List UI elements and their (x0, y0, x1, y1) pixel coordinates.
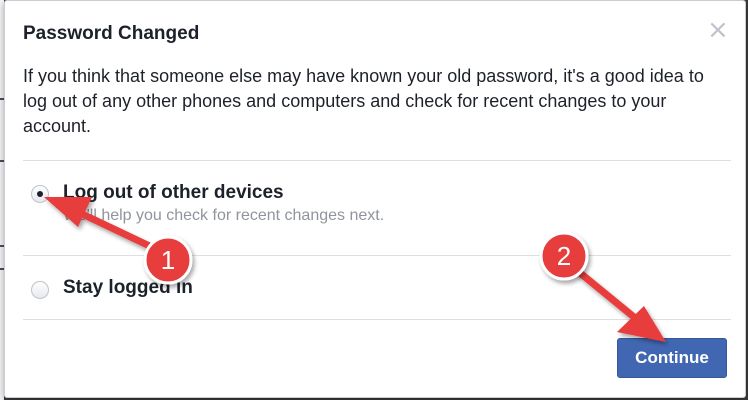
option-hint: We'll help you check for recent changes … (63, 207, 385, 224)
close-icon[interactable]: × (707, 17, 729, 43)
option-label: Log out of other devices (63, 182, 284, 203)
divider (23, 255, 731, 256)
option-log-out-other-devices[interactable]: Log out of other devices We'll help you … (23, 173, 723, 233)
continue-button[interactable]: Continue (617, 338, 727, 378)
dialog-title: Password Changed (23, 23, 200, 44)
option-stay-logged-in[interactable]: Stay logged in (23, 267, 723, 327)
dialog-message: If you think that someone else may have … (23, 66, 704, 136)
radio-stay-logged-in[interactable] (31, 281, 49, 299)
option-label: Stay logged in (63, 277, 193, 298)
password-changed-dialog: × Password Changed If you think that som… (4, 0, 746, 398)
divider (23, 319, 731, 320)
divider (23, 160, 731, 161)
radio-log-out-other-devices[interactable] (31, 185, 49, 203)
